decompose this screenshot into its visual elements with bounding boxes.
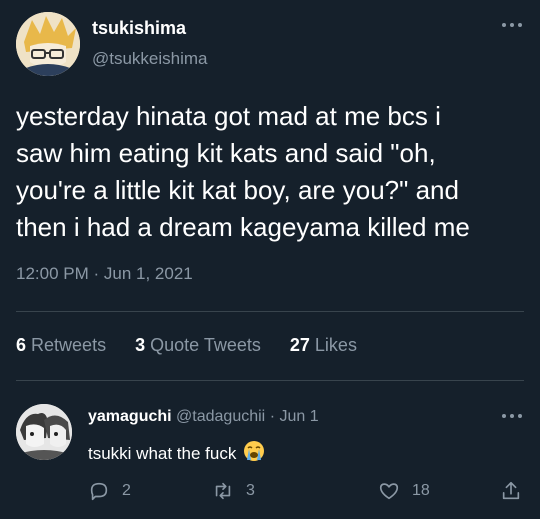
reply-count: 2 — [122, 482, 131, 499]
reply-text: tsukki what the fuck — [88, 440, 265, 464]
retweet-icon — [215, 482, 231, 500]
quotes-stat[interactable]: 3 Quote Tweets — [135, 335, 261, 356]
quotes-count: 3 — [135, 335, 146, 355]
divider — [16, 311, 524, 312]
share-action[interactable] — [500, 479, 522, 503]
avatar-image — [16, 12, 80, 76]
retweets-stat[interactable]: 6 Retweets — [16, 335, 106, 356]
avatar[interactable] — [16, 404, 72, 460]
reply-author-name[interactable]: yamaguchi — [88, 408, 172, 425]
avatar-image — [16, 404, 72, 460]
like-count: 18 — [412, 482, 430, 499]
reply-actions: 2 3 18 — [88, 479, 532, 503]
author-handle[interactable]: @tsukkeishima — [92, 49, 208, 69]
tweet-stats: 6 Retweets 3 Quote Tweets 27 Likes — [16, 335, 381, 356]
reply-tweet[interactable]: yamaguchi @tadaguchii · Jun 1 tsukki wha… — [0, 384, 540, 519]
reply-text-content: tsukki what the fuck — [88, 444, 237, 463]
tweet-timestamp[interactable]: 12:00 PM · Jun 1, 2021 — [16, 264, 193, 284]
more-icon[interactable] — [498, 408, 526, 424]
retweet-count: 3 — [246, 482, 255, 499]
more-icon[interactable] — [498, 16, 526, 34]
tweet-thread-page: tsukishima @tsukkeishima yesterday hinat… — [0, 0, 540, 519]
reply-icon — [90, 482, 108, 501]
likes-stat[interactable]: 27 Likes — [290, 335, 357, 356]
like-icon — [379, 483, 399, 500]
avatar[interactable] — [16, 12, 80, 76]
tweet-text: yesterday hinata got mad at me bcs i saw… — [16, 101, 470, 242]
author-name[interactable]: tsukishima — [92, 18, 186, 39]
loudly-crying-face-icon — [244, 441, 265, 461]
main-tweet: tsukishima @tsukkeishima yesterday hinat… — [0, 0, 540, 382]
likes-count: 27 — [289, 335, 310, 355]
divider — [16, 380, 524, 381]
quotes-label: Quote Tweets — [150, 335, 261, 355]
retweets-label: Retweets — [31, 335, 107, 355]
like-action[interactable]: 18 — [378, 479, 430, 503]
share-icon — [502, 481, 520, 500]
retweets-count: 6 — [16, 335, 27, 355]
reply-date[interactable]: · Jun 1 — [270, 408, 319, 425]
likes-label: Likes — [314, 335, 357, 355]
reply-action[interactable]: 2 — [88, 479, 131, 503]
reply-author-handle[interactable]: @tadaguchii — [176, 408, 265, 425]
retweet-action[interactable]: 3 — [212, 479, 255, 503]
reply-header: yamaguchi @tadaguchii · Jun 1 — [88, 408, 319, 426]
